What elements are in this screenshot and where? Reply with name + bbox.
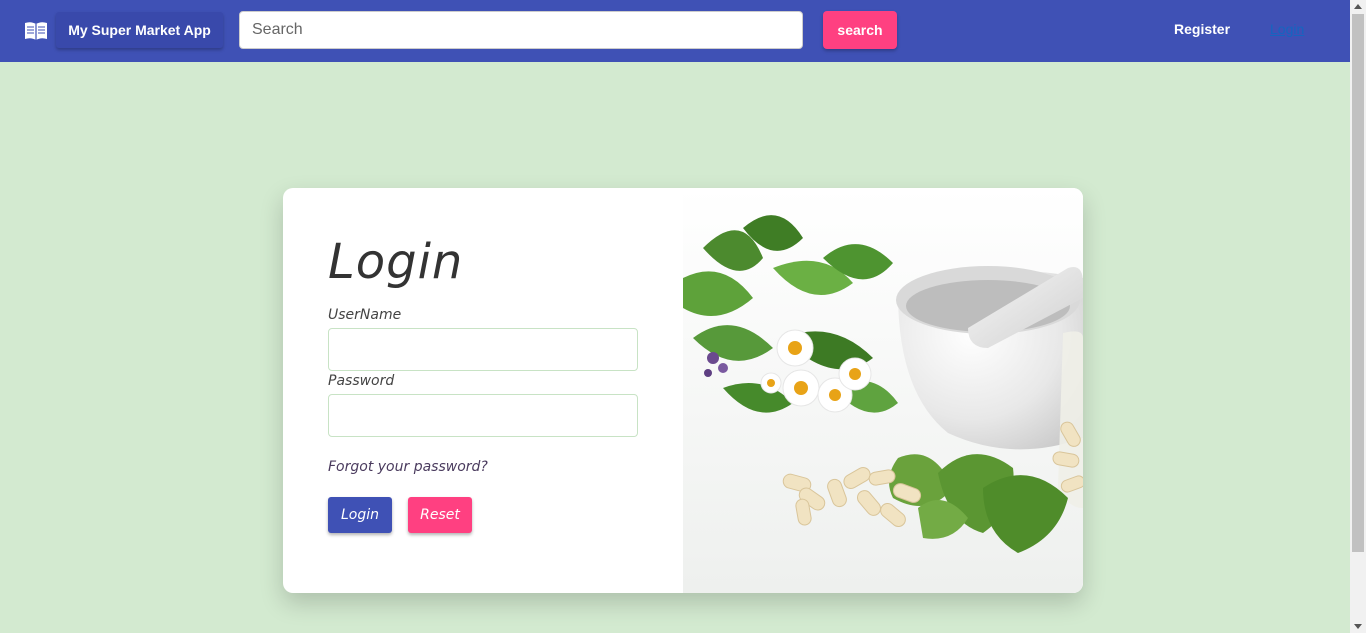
scroll-up-arrow-icon[interactable] <box>1354 4 1362 9</box>
forgot-password-link[interactable]: Forgot your password? <box>328 459 488 475</box>
username-field[interactable] <box>328 328 638 371</box>
book-open-icon[interactable] <box>24 20 48 42</box>
brand-button[interactable]: My Super Market App <box>56 12 223 48</box>
login-link[interactable]: Login <box>1270 21 1304 37</box>
search-input[interactable] <box>239 11 803 49</box>
top-navbar: My Super Market App search Register Logi… <box>0 0 1350 62</box>
search-button[interactable]: search <box>823 11 897 49</box>
login-card: Login UserName Password Forgot your pass… <box>283 188 1083 593</box>
scrollbar-thumb[interactable] <box>1352 14 1364 552</box>
scroll-down-arrow-icon[interactable] <box>1354 624 1362 629</box>
login-title: Login <box>328 234 464 290</box>
vertical-scrollbar[interactable] <box>1350 0 1366 633</box>
password-field[interactable] <box>328 394 638 437</box>
login-button[interactable]: Login <box>328 497 392 533</box>
register-link[interactable]: Register <box>1174 21 1230 37</box>
username-label: UserName <box>328 307 402 323</box>
password-label: Password <box>328 373 395 389</box>
reset-button[interactable]: Reset <box>408 497 472 533</box>
herbs-mortar-pestle-capsules-image <box>683 188 1083 593</box>
